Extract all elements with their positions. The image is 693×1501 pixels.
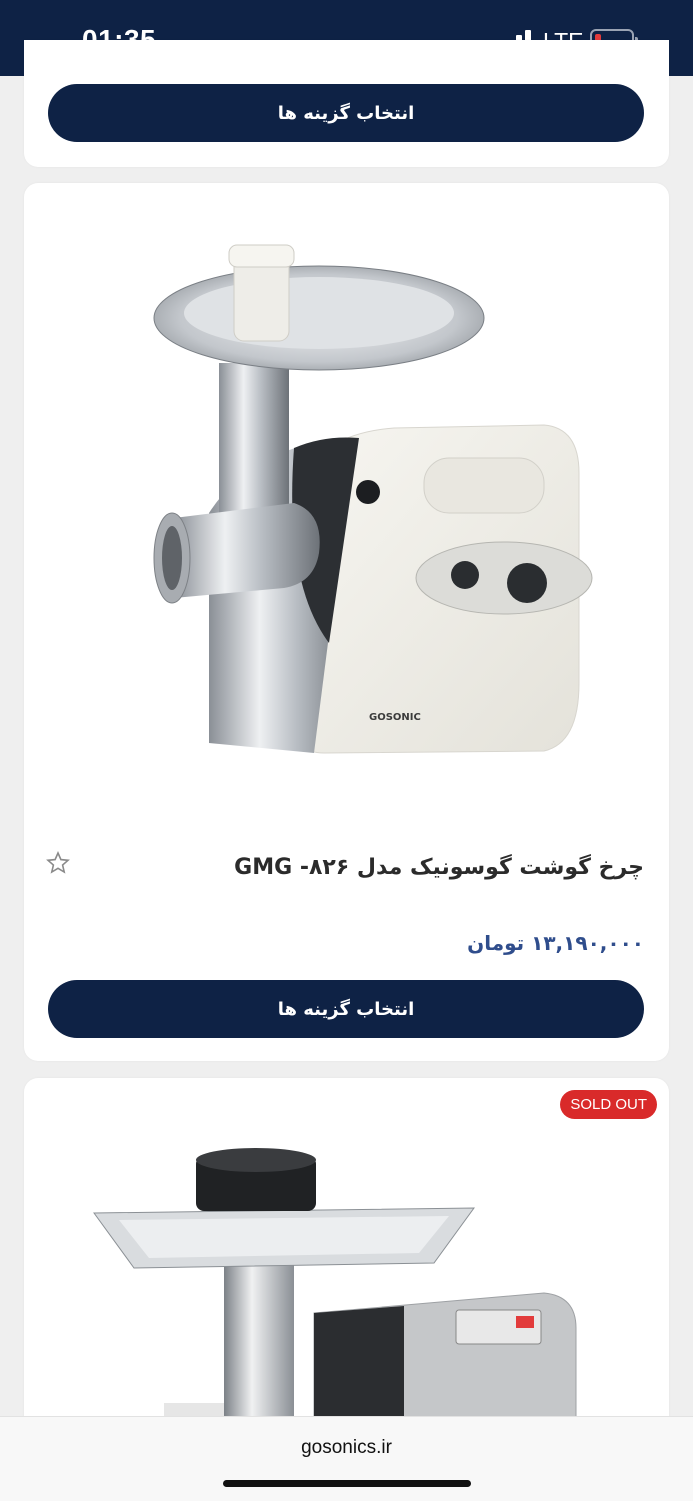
home-indicator[interactable] [223,1480,471,1487]
select-options-button[interactable]: انتخاب گزینه ها [48,980,644,1038]
browser-bottom-bar: gosonics.ir [0,1416,693,1501]
product-image[interactable]: GOSONIC [24,183,669,803]
product-card: GOSONIC چرخ گوشت گوسونیک مدل GMG -۸۲۶ ۱۳… [24,183,669,1061]
product-title[interactable]: چرخ گوشت گوسونیک مدل GMG -۸۲۶ [124,855,644,880]
address-bar-url[interactable]: gosonics.ir [0,1437,693,1459]
svg-text:GOSONIC: GOSONIC [369,712,421,723]
select-options-button[interactable]: انتخاب گزینه ها [48,84,644,142]
product-card: انتخاب گزینه ها [24,40,669,167]
wishlist-star-icon[interactable] [46,851,70,875]
product-image[interactable] [24,1078,669,1418]
product-price: ۱۳,۱۹۰,۰۰۰ تومان [467,931,644,955]
